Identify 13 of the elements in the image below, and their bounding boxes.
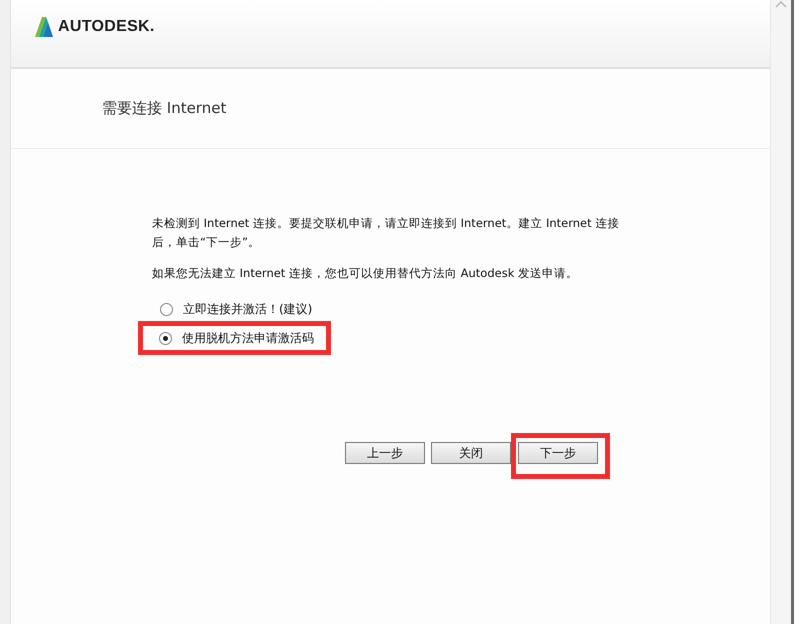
scrollbar[interactable]	[770, 0, 791, 624]
radio-option[interactable]: 使用脱机方法申请激活码	[159, 328, 314, 348]
dialog-button[interactable]: 关闭	[431, 442, 511, 464]
dialog-button[interactable]: 上一步	[345, 442, 425, 464]
message-text: 如果您无法建立 Internet 连接，您也可以使用替代方法向 Autodesk 发送申请。	[152, 265, 580, 282]
message-text: 未检测到 Internet 连接。要提交联机申请，请立即连接到 Internet。建立 Internet 连接后，单击“下一步”。	[152, 215, 620, 251]
radio-option[interactable]: 立即连接并激活！(建议)	[160, 299, 770, 319]
dialog-button[interactable]: 下一步	[518, 442, 598, 464]
logo-text: AUTODESK.	[58, 17, 155, 37]
logo-icon	[35, 17, 53, 37]
radio-button[interactable]	[159, 332, 172, 344]
dialog-title: 需要连接 Internet	[102, 99, 226, 118]
radio-button[interactable]	[160, 302, 173, 316]
